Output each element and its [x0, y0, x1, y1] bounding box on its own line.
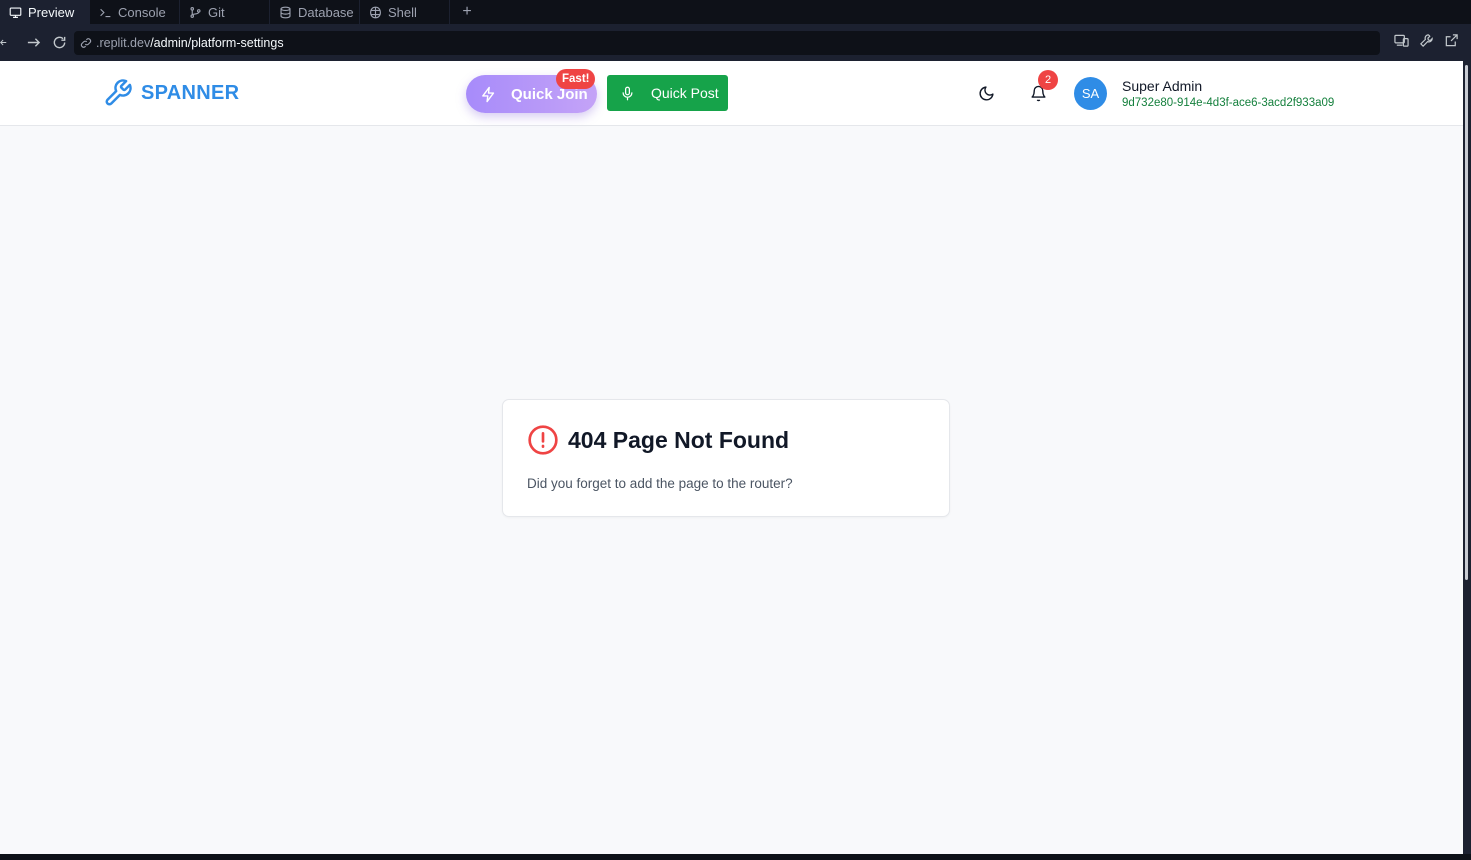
- open-external-icon[interactable]: [1444, 33, 1459, 53]
- scrollbar-thumb[interactable]: [1465, 65, 1468, 580]
- shell-icon: [368, 5, 382, 19]
- quick-post-label: Quick Post: [651, 85, 719, 101]
- ide-tab-bar: Preview Console Git Database Shell +: [0, 0, 1471, 24]
- database-icon: [278, 5, 292, 19]
- page-title: 404 Page Not Found: [568, 426, 790, 453]
- wrench-icon[interactable]: [1419, 33, 1434, 53]
- git-branch-icon: [188, 5, 202, 19]
- scrollbar[interactable]: [1463, 61, 1471, 854]
- tab-label: Console: [118, 4, 166, 20]
- add-tab-button[interactable]: +: [450, 0, 484, 24]
- tab-git[interactable]: Git: [180, 0, 270, 24]
- tab-label: Git: [208, 4, 225, 20]
- not-found-heading: 404 Page Not Found: [527, 424, 789, 456]
- link-icon: [80, 38, 92, 48]
- tab-database[interactable]: Database: [270, 0, 360, 24]
- user-name: Super Admin: [1122, 78, 1203, 94]
- brand-name: SPANNER: [141, 81, 240, 104]
- not-found-message: Did you forget to add the page to the ro…: [527, 476, 793, 491]
- microphone-icon: [622, 86, 633, 100]
- tab-preview[interactable]: Preview: [0, 0, 90, 24]
- avatar[interactable]: SA: [1074, 77, 1107, 110]
- brand-logo[interactable]: SPANNER: [103, 78, 239, 108]
- not-found-card: 404 Page Not Found Did you forget to add…: [502, 399, 950, 517]
- theme-toggle-button[interactable]: [975, 82, 997, 104]
- fast-badge: Fast!: [556, 69, 596, 89]
- bottom-strip: [0, 854, 1471, 860]
- reload-icon[interactable]: [46, 24, 72, 61]
- zap-icon: [482, 86, 495, 102]
- back-icon[interactable]: [0, 24, 10, 61]
- devices-icon[interactable]: [1394, 33, 1409, 53]
- tab-label: Database: [298, 4, 354, 20]
- wrench-logo-icon: [105, 79, 132, 106]
- url-path: /admin/platform-settings: [150, 36, 284, 50]
- terminal-icon: [98, 5, 112, 19]
- tab-label: Shell: [388, 4, 417, 20]
- url-tools: [1394, 24, 1459, 61]
- app-header: SPANNER Quick Join Fast! Quick Post 2 SA…: [0, 61, 1463, 126]
- tab-label: Preview: [28, 4, 75, 20]
- app-viewport: SPANNER Quick Join Fast! Quick Post 2 SA…: [0, 61, 1463, 854]
- tab-shell[interactable]: Shell: [360, 0, 450, 24]
- tab-console[interactable]: Console: [90, 0, 180, 24]
- url-input[interactable]: .replit.dev/admin/platform-settings: [74, 31, 1380, 55]
- forward-icon[interactable]: [20, 24, 46, 61]
- quick-post-button[interactable]: Quick Post: [607, 75, 728, 111]
- monitor-icon: [8, 5, 22, 19]
- url-host: .replit.dev: [96, 36, 151, 50]
- notification-count-badge: 2: [1038, 70, 1058, 90]
- user-id: 9d732e80-914e-4d3f-ace6-3acd2f933a09: [1122, 97, 1335, 109]
- browser-toolbar: .replit.dev/admin/platform-settings: [0, 24, 1471, 61]
- alert-circle-icon: [528, 425, 558, 455]
- moon-icon: [979, 85, 994, 100]
